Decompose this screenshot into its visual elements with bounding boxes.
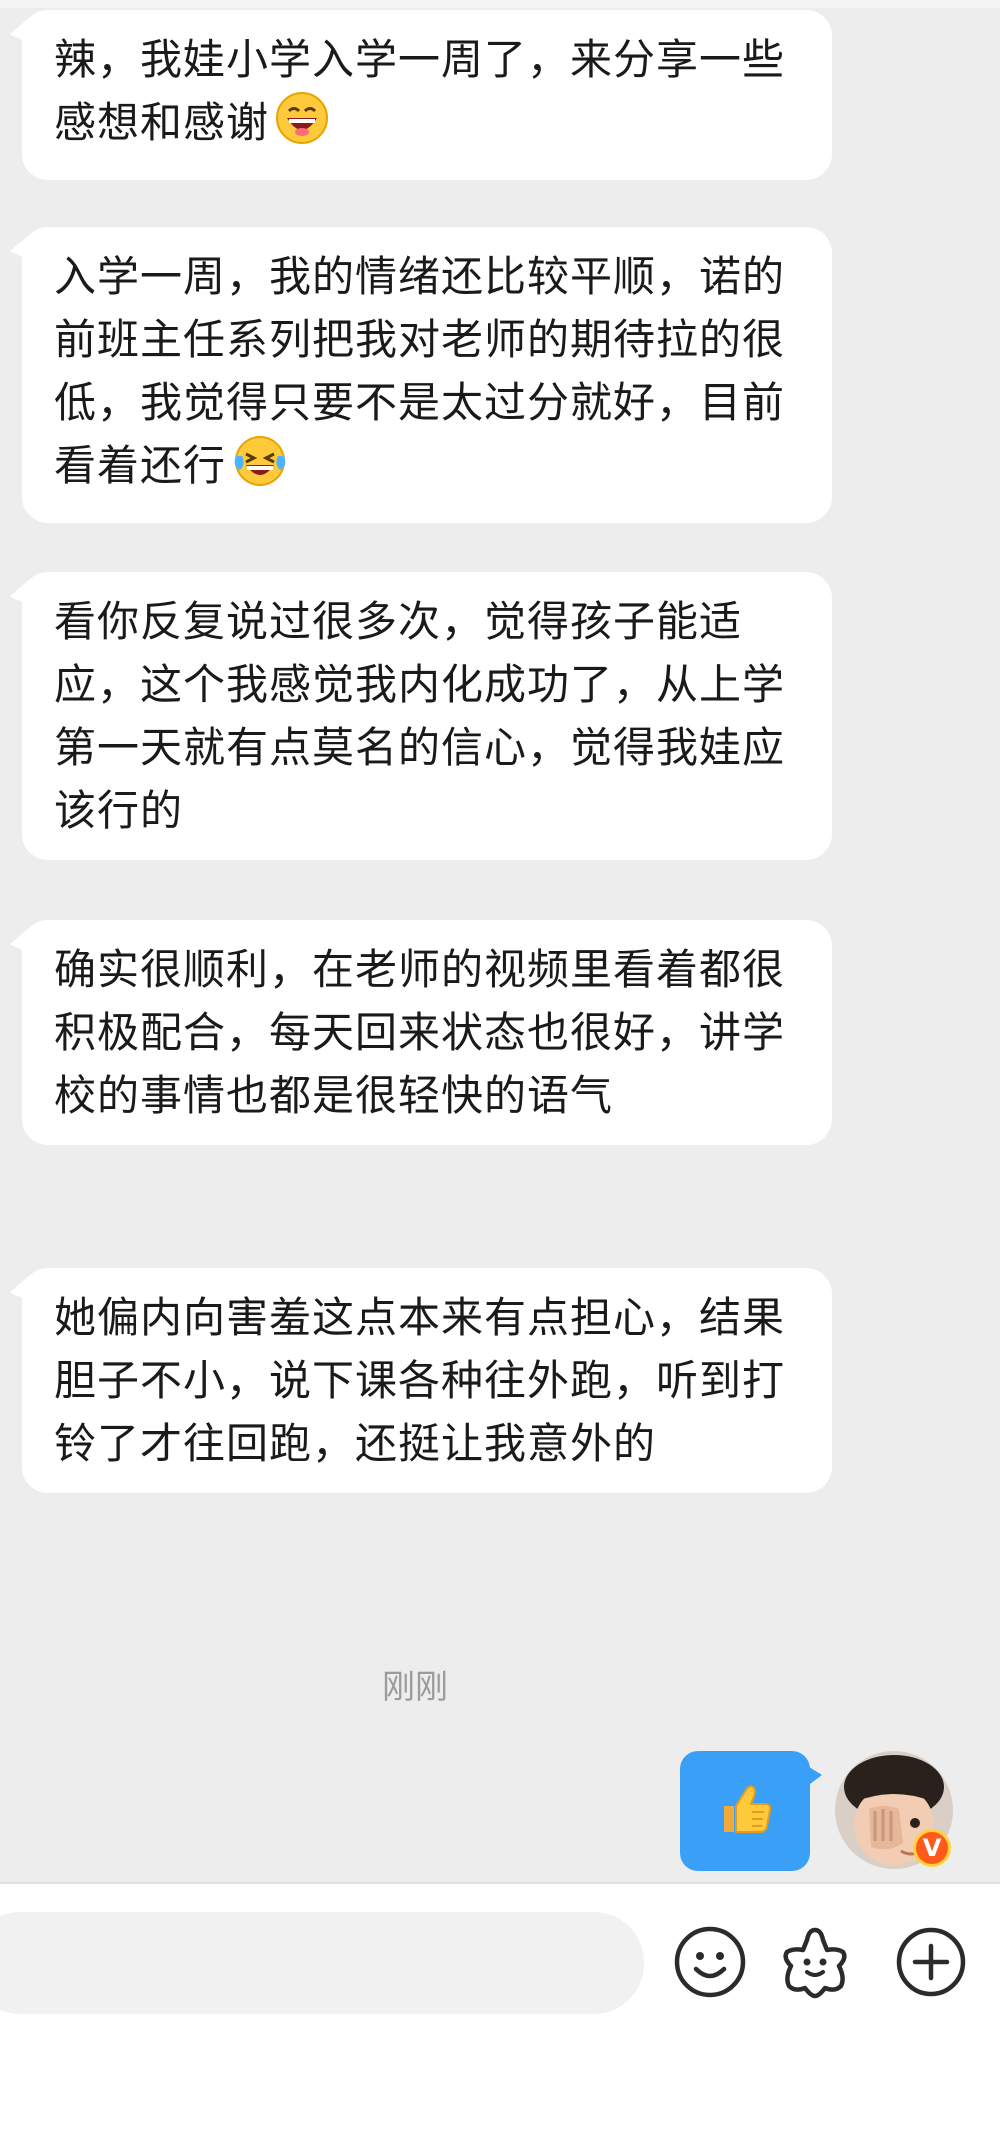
grin-face-emoji-icon: [275, 91, 329, 162]
message-text: 辣，我娃小学入学一周了，来分享一些感想和感谢: [54, 35, 786, 147]
message-timestamp: 刚刚: [382, 1667, 448, 1706]
plus-icon[interactable]: [893, 1924, 969, 2000]
input-bar: [0, 1882, 1000, 2139]
my-message-bubble[interactable]: [680, 1751, 822, 1871]
sticker-icon[interactable]: [777, 1924, 853, 2000]
emoji-icon[interactable]: [672, 1924, 748, 2000]
message-bubble[interactable]: 她偏内向害羞这点本来有点担心，结果胆子不小，说下课各种往外跑，听到打铃了才往回跑…: [22, 1268, 832, 1493]
chat-area[interactable]: 辣，我娃小学入学一周了，来分享一些感想和感谢 入学一周，我的情绪还比较平顺，诺的…: [0, 0, 1000, 1882]
message-bubble[interactable]: 辣，我娃小学入学一周了，来分享一些感想和感谢: [22, 10, 832, 180]
message-bubble[interactable]: 确实很顺利，在老师的视频里看着都很积极配合，每天回来状态也很好，讲学校的事情也都…: [22, 920, 832, 1145]
verified-badge: V: [913, 1829, 951, 1867]
laughing-tears-face-emoji-icon: [232, 434, 288, 505]
message-input[interactable]: [0, 1912, 644, 2014]
message-text: 确实很顺利，在老师的视频里看着都很积极配合，每天回来状态也很好，讲学校的事情也都…: [54, 945, 786, 1120]
message-bubble[interactable]: 入学一周，我的情绪还比较平顺，诺的前班主任系列把我对老师的期待拉的很低，我觉得只…: [22, 227, 832, 523]
message-text: 入学一周，我的情绪还比较平顺，诺的前班主任系列把我对老师的期待拉的很低，我觉得只…: [54, 252, 786, 490]
message-text: 她偏内向害羞这点本来有点担心，结果胆子不小，说下课各种往外跑，听到打铃了才往回跑…: [54, 1293, 786, 1468]
message-text: 看你反复说过很多次，觉得孩子能适应，这个我感觉我内化成功了，从上学第一天就有点莫…: [54, 597, 786, 835]
thumbs-up-emoji-icon: [714, 1778, 776, 1844]
message-bubble[interactable]: 看你反复说过很多次，觉得孩子能适应，这个我感觉我内化成功了，从上学第一天就有点莫…: [22, 572, 832, 860]
